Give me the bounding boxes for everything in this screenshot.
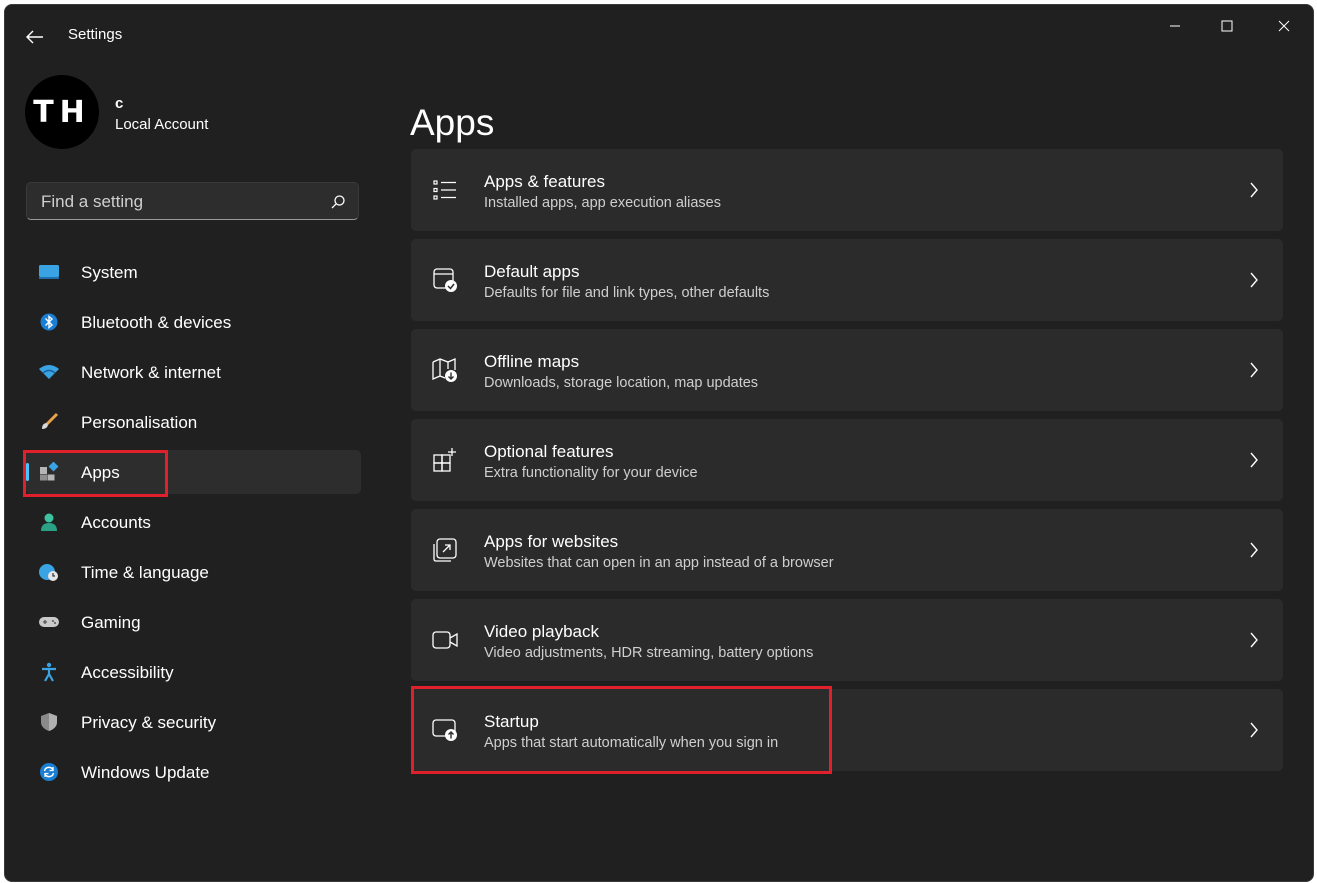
search-box[interactable]	[26, 182, 359, 220]
card-video-playback[interactable]: Video playback Video adjustments, HDR st…	[411, 599, 1283, 681]
chevron-right-icon	[1247, 450, 1261, 470]
close-icon	[1278, 20, 1290, 32]
back-button[interactable]	[23, 25, 47, 49]
card-subtitle: Video adjustments, HDR streaming, batter…	[484, 645, 814, 661]
shield-icon	[38, 712, 60, 732]
title-bar: Settings	[5, 5, 1313, 63]
maximize-button[interactable]	[1204, 10, 1250, 42]
sidebar-item-system[interactable]: System	[26, 250, 361, 294]
monitor-icon	[38, 262, 60, 282]
card-default-apps[interactable]: Default apps Defaults for file and link …	[411, 239, 1283, 321]
chevron-right-icon	[1247, 540, 1261, 560]
card-title: Default apps	[484, 262, 580, 281]
bluetooth-icon	[38, 312, 60, 332]
sidebar-item-label: Accessibility	[81, 663, 174, 682]
card-apps-features[interactable]: Apps & features Installed apps, app exec…	[411, 149, 1283, 231]
card-title: Offline maps	[484, 352, 580, 371]
sidebar-item-personalisation[interactable]: Personalisation	[26, 400, 361, 444]
window-title: Settings	[68, 26, 123, 43]
card-subtitle: Websites that can open in an app instead…	[484, 555, 834, 571]
sidebar-item-network[interactable]: Network & internet	[26, 350, 361, 394]
person-icon	[38, 512, 60, 532]
list-icon	[431, 176, 459, 204]
sidebar-item-bluetooth[interactable]: Bluetooth & devices	[26, 300, 361, 344]
card-title: Optional features	[484, 442, 614, 461]
sidebar-item-gaming[interactable]: Gaming	[26, 600, 361, 644]
sidebar-item-label: Network & internet	[81, 363, 221, 382]
search-input[interactable]	[39, 189, 313, 215]
card-offline-maps[interactable]: Offline maps Downloads, storage location…	[411, 329, 1283, 411]
chevron-right-icon	[1247, 360, 1261, 380]
sidebar-item-label: Privacy & security	[81, 713, 217, 732]
apps-settings-list: Apps & features Installed apps, app exec…	[411, 149, 1283, 779]
account-type: Local Account	[115, 116, 209, 133]
card-title: Video playback	[484, 622, 599, 641]
grid-plus-icon	[431, 446, 459, 474]
maximize-icon	[1221, 20, 1233, 32]
back-arrow-icon	[26, 30, 43, 44]
sidebar-item-label: Bluetooth & devices	[81, 313, 232, 332]
startup-highlight-box	[411, 686, 832, 774]
globe-clock-icon	[38, 562, 60, 582]
card-subtitle: Defaults for file and link types, other …	[484, 285, 770, 301]
map-download-icon	[431, 356, 459, 384]
chevron-right-icon	[1247, 180, 1261, 200]
card-apps-for-websites[interactable]: Apps for websites Websites that can open…	[411, 509, 1283, 591]
video-camera-icon	[431, 626, 459, 654]
default-apps-icon	[431, 266, 459, 294]
accessibility-icon	[38, 662, 60, 682]
sidebar-item-accessibility[interactable]: Accessibility	[26, 650, 361, 694]
sidebar-item-accounts[interactable]: Accounts	[26, 500, 361, 544]
close-button[interactable]	[1261, 10, 1307, 42]
search-icon[interactable]	[330, 194, 346, 210]
sidebar-item-windows-update[interactable]: Windows Update	[26, 750, 361, 794]
sidebar-nav: System Bluetooth & devices Network & int…	[26, 250, 361, 800]
apps-highlight-box	[23, 450, 168, 497]
page-title: Apps	[410, 101, 495, 143]
sidebar-item-label: Personalisation	[81, 413, 198, 432]
sidebar-item-label: Time & language	[81, 563, 209, 582]
sidebar-item-label: Gaming	[81, 613, 141, 632]
sync-icon	[38, 762, 60, 782]
open-external-icon	[431, 536, 459, 564]
card-title: Apps for websites	[484, 532, 619, 551]
gamepad-icon	[38, 612, 60, 632]
card-title: Apps & features	[484, 172, 605, 191]
user-name: c	[115, 95, 124, 112]
chevron-right-icon	[1247, 720, 1261, 740]
sidebar-item-label: Accounts	[81, 513, 151, 532]
card-optional-features[interactable]: Optional features Extra functionality fo…	[411, 419, 1283, 501]
user-profile[interactable]: TH c Local Account	[25, 75, 365, 155]
sidebar-item-privacy[interactable]: Privacy & security	[26, 700, 361, 744]
minimize-button[interactable]	[1152, 10, 1198, 42]
wifi-icon	[38, 362, 60, 382]
chevron-right-icon	[1247, 630, 1261, 650]
brush-icon	[38, 412, 60, 432]
minimize-icon	[1170, 25, 1180, 27]
card-subtitle: Installed apps, app execution aliases	[484, 195, 721, 211]
sidebar-item-time-language[interactable]: Time & language	[26, 550, 361, 594]
chevron-right-icon	[1247, 270, 1261, 290]
sidebar-item-label: Windows Update	[81, 763, 210, 782]
card-subtitle: Extra functionality for your device	[484, 465, 698, 481]
card-subtitle: Downloads, storage location, map updates	[484, 375, 759, 391]
settings-window: Settings TH c Local Account System	[4, 4, 1314, 882]
sidebar-item-label: System	[81, 263, 138, 282]
avatar[interactable]: TH	[25, 75, 99, 149]
